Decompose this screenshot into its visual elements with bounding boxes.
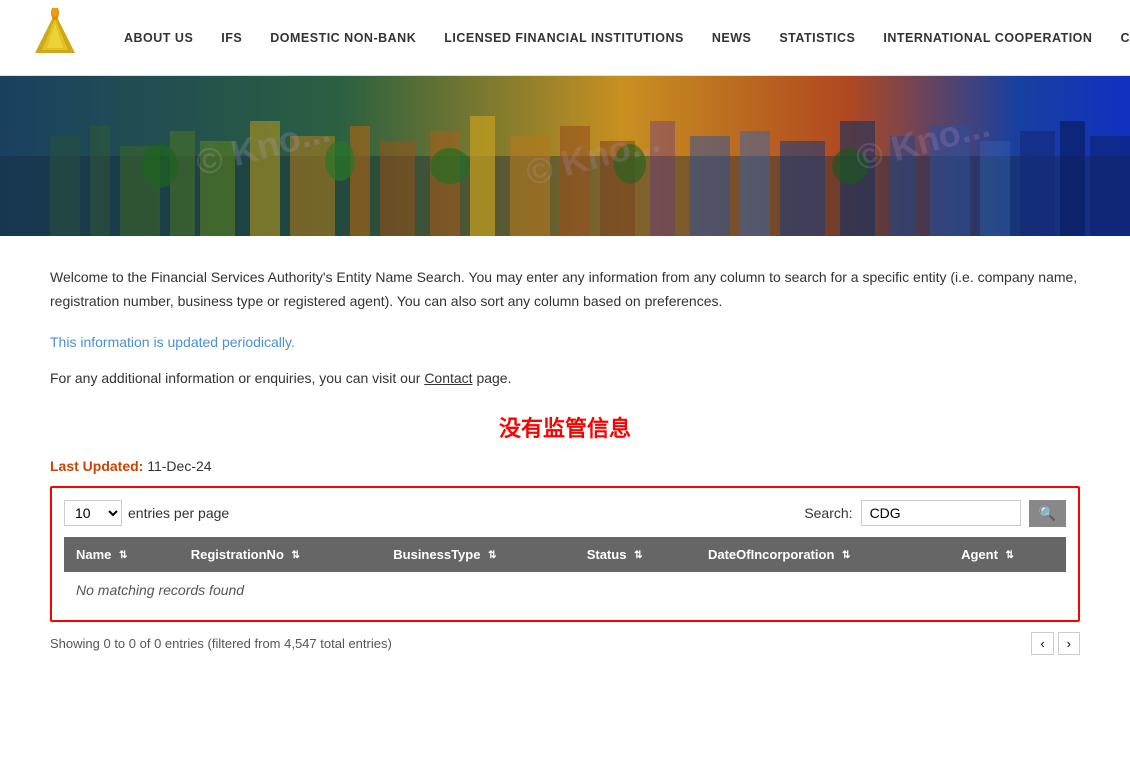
search-button[interactable]: 🔍 — [1029, 500, 1066, 527]
logo[interactable] — [20, 8, 90, 68]
table-section: 10 25 50 100 entries per page Search: 🔍 … — [50, 486, 1080, 622]
entries-label: entries per page — [128, 505, 229, 521]
nav-news[interactable]: NEWS — [698, 31, 766, 45]
entries-per-page-select[interactable]: 10 25 50 100 — [64, 500, 122, 526]
contact-link[interactable]: Contact — [424, 370, 472, 386]
contact-text-after: page. — [473, 370, 512, 386]
sort-arrows-agent: ⇅ — [1006, 550, 1014, 561]
col-regnum[interactable]: RegistrationNo ⇅ — [179, 537, 382, 572]
sort-arrows-date: ⇅ — [842, 550, 850, 561]
last-updated-label: Last Updated: — [50, 458, 143, 474]
col-name-label: Name — [76, 547, 111, 562]
table-footer: Showing 0 to 0 of 0 entries (filtered fr… — [50, 632, 1080, 655]
update-notice: This information is updated periodically… — [50, 334, 1080, 350]
nav-statistics[interactable]: STATISTICS — [765, 31, 869, 45]
nav-licensed-fi[interactable]: LICENSED FINANCIAL INSTITUTIONS — [430, 31, 698, 45]
showing-text: Showing 0 to 0 of 0 entries (filtered fr… — [50, 636, 392, 651]
nav-domestic-non-bank[interactable]: DOMESTIC NON-BANK — [256, 31, 430, 45]
contact-paragraph: For any additional information or enquir… — [50, 370, 1080, 386]
col-biztype[interactable]: BusinessType ⇅ — [381, 537, 574, 572]
prev-page-button[interactable]: ‹ — [1031, 632, 1053, 655]
col-status[interactable]: Status ⇅ — [575, 537, 696, 572]
col-agent-label: Agent — [961, 547, 998, 562]
col-biztype-label: BusinessType — [393, 547, 480, 562]
table-controls: 10 25 50 100 entries per page Search: 🔍 — [64, 500, 1066, 527]
last-updated: Last Updated: 11-Dec-24 — [50, 458, 1080, 474]
col-agent[interactable]: Agent ⇅ — [949, 537, 1066, 572]
sort-arrows-name: ⇅ — [119, 550, 127, 561]
main-nav: ABOUT US IFS DOMESTIC NON-BANK LICENSED … — [110, 31, 1130, 45]
sort-arrows-regnum: ⇅ — [292, 550, 300, 561]
next-page-button[interactable]: › — [1058, 632, 1080, 655]
hero-banner: © Kno... © Kno... © Kno... — [0, 76, 1130, 236]
table-header-row: Name ⇅ RegistrationNo ⇅ BusinessType ⇅ S… — [64, 537, 1066, 572]
intro-paragraph: Welcome to the Financial Services Author… — [50, 266, 1080, 314]
header: ABOUT US IFS DOMESTIC NON-BANK LICENSED … — [0, 0, 1130, 76]
col-name[interactable]: Name ⇅ — [64, 537, 179, 572]
col-date[interactable]: DateOfIncorporation ⇅ — [696, 537, 949, 572]
no-records-row: No matching records found — [64, 572, 1066, 608]
no-info-notice: 没有监管信息 — [50, 411, 1080, 443]
col-date-label: DateOfIncorporation — [708, 547, 834, 562]
col-status-label: Status — [587, 547, 627, 562]
nav-contact-us[interactable]: CONTACT US — [1106, 31, 1130, 45]
pagination: ‹ › — [1031, 632, 1080, 655]
search-control: Search: 🔍 — [804, 500, 1066, 527]
search-input[interactable] — [861, 500, 1021, 526]
main-content: Welcome to the Financial Services Author… — [0, 236, 1130, 675]
search-label: Search: — [804, 505, 852, 521]
sort-arrows-status: ⇅ — [634, 550, 642, 561]
sort-arrows-biztype: ⇅ — [488, 550, 496, 561]
no-records-cell: No matching records found — [64, 572, 1066, 608]
contact-text-before: For any additional information or enquir… — [50, 370, 424, 386]
entity-table: Name ⇅ RegistrationNo ⇅ BusinessType ⇅ S… — [64, 537, 1066, 608]
last-updated-value: 11-Dec-24 — [147, 458, 211, 474]
col-regnum-label: RegistrationNo — [191, 547, 284, 562]
nav-about-us[interactable]: ABOUT US — [110, 31, 207, 45]
nav-international[interactable]: INTERNATIONAL COOPERATION — [869, 31, 1106, 45]
entries-control: 10 25 50 100 entries per page — [64, 500, 229, 526]
nav-ifs[interactable]: IFS — [207, 31, 256, 45]
